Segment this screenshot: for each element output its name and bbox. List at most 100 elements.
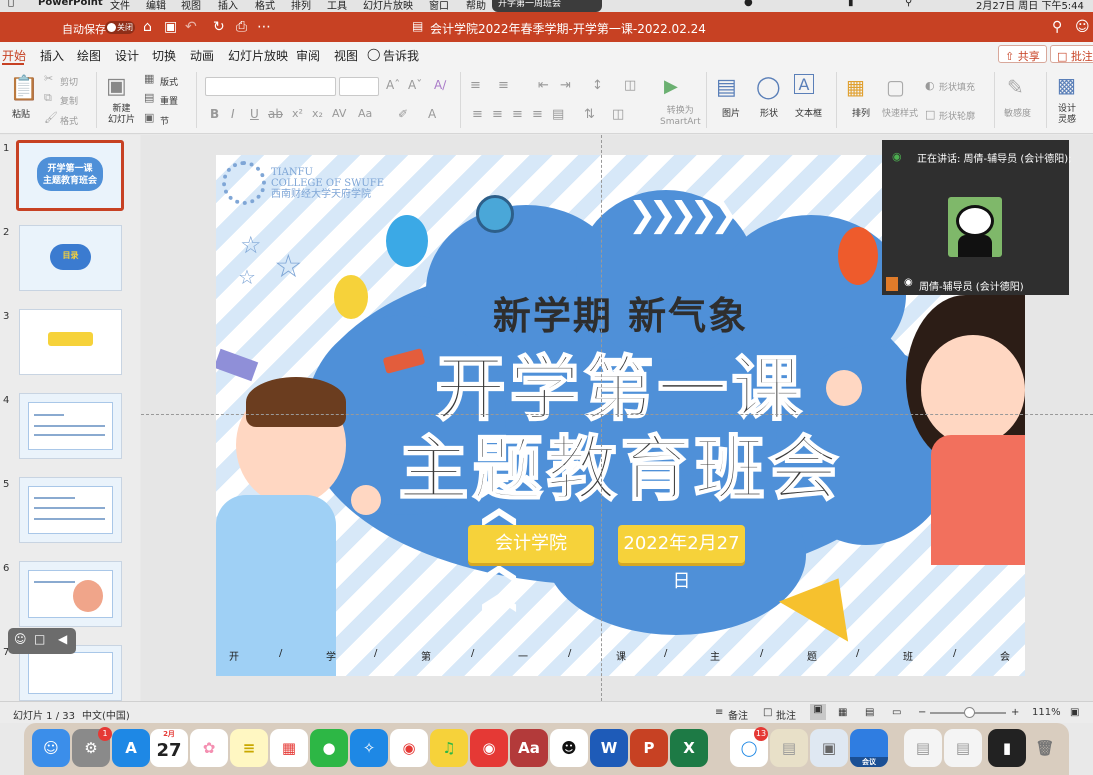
tab-review[interactable]: 审阅: [296, 47, 320, 64]
document-app-icon[interactable]: ▤: [770, 729, 808, 767]
emoji-icon[interactable]: ☺: [14, 632, 27, 646]
wechat-status-icon[interactable]: ●: [744, 0, 753, 8]
tab-draw[interactable]: 绘图: [77, 47, 101, 64]
autosave-toggle[interactable]: 关闭: [105, 21, 135, 34]
menu-tools[interactable]: 工具: [327, 0, 347, 12]
reset-icon[interactable]: ▤: [144, 91, 154, 104]
college-label[interactable]: 会计学院: [468, 525, 594, 563]
reset-label[interactable]: 重置: [160, 94, 178, 107]
slideshow-icon[interactable]: ▭: [892, 707, 901, 718]
copy-icon[interactable]: ⧉: [44, 91, 52, 105]
wechat-icon[interactable]: ●: [310, 729, 348, 767]
spotlight-icon[interactable]: ⚲: [905, 0, 912, 8]
menu-view[interactable]: 视图: [181, 0, 201, 12]
powerpoint-icon[interactable]: P: [630, 729, 668, 767]
tab-view[interactable]: 视图: [334, 47, 358, 64]
zoom-slider-handle[interactable]: [963, 707, 975, 718]
print-icon[interactable]: ⎙: [236, 19, 247, 35]
menubar-app-name[interactable]: PowerPoint: [38, 0, 103, 8]
cut-label[interactable]: 剪切: [60, 75, 78, 88]
language-indicator[interactable]: 中文(中国): [82, 707, 130, 722]
subscript-icon[interactable]: x₂: [312, 107, 323, 120]
slide-thumbnail-3[interactable]: [19, 309, 122, 375]
convert-smartart-label[interactable]: 转换为 SmartArt: [660, 106, 701, 128]
picture-label[interactable]: 图片: [722, 106, 740, 119]
slide-title-line-2[interactable]: 主题教育班会: [216, 413, 1025, 514]
home-icon[interactable]: ⌂: [143, 19, 152, 35]
bullets-icon[interactable]: ≡: [470, 78, 481, 93]
terminal-thumbnail[interactable]: ▮: [988, 729, 1026, 767]
menu-file[interactable]: 文件: [110, 0, 130, 12]
highlight-icon[interactable]: ✐: [398, 107, 408, 121]
bold-icon[interactable]: B: [210, 107, 219, 121]
align-center-icon[interactable]: ≡: [492, 107, 503, 122]
new-slide-icon[interactable]: ▣: [106, 74, 127, 99]
menu-format[interactable]: 格式: [255, 0, 275, 12]
app-store-icon[interactable]: A: [112, 729, 150, 767]
menu-insert[interactable]: 插入: [218, 0, 238, 12]
slide-sorter-icon[interactable]: ▦: [838, 707, 847, 718]
safari-icon[interactable]: ✧: [350, 729, 388, 767]
slide-thumbnail-5[interactable]: [19, 477, 122, 543]
chat-icon[interactable]: □: [34, 632, 45, 646]
window-thumbnail-1[interactable]: ▤: [904, 729, 942, 767]
italic-icon[interactable]: I: [231, 107, 235, 121]
save-icon[interactable]: ▣: [164, 19, 177, 35]
sensitivity-label[interactable]: 敏感度: [1004, 106, 1031, 119]
window-thumbnail-2[interactable]: ▤: [944, 729, 982, 767]
designer-label[interactable]: 设计 灵感: [1058, 104, 1076, 126]
menubar-clock[interactable]: 2月27日 周日 下午5:44: [976, 0, 1084, 12]
tab-animations[interactable]: 动画: [190, 47, 214, 64]
paste-icon[interactable]: 📋: [9, 74, 39, 102]
tab-slideshow[interactable]: 幻灯片放映: [228, 47, 288, 64]
shape-fill-icon[interactable]: ◐: [925, 79, 935, 92]
finder-icon[interactable]: ☺: [32, 729, 70, 767]
chrome-icon[interactable]: ◉: [390, 729, 428, 767]
shape-outline-icon[interactable]: □: [925, 108, 935, 121]
undo-icon[interactable]: ↶: [185, 19, 197, 35]
menu-edit[interactable]: 编辑: [146, 0, 166, 12]
textbox-label[interactable]: 文本框: [795, 106, 822, 119]
apple-icon[interactable]: : [8, 0, 14, 8]
align-text-icon[interactable]: ◫: [612, 107, 624, 122]
clear-format-icon[interactable]: A∕: [434, 78, 446, 92]
trash-icon[interactable]: 🗑: [1026, 729, 1064, 767]
picture-icon[interactable]: ▤: [716, 75, 737, 100]
status-comments-button[interactable]: 批注: [776, 707, 796, 722]
designer-icon[interactable]: ▩: [1057, 73, 1076, 97]
date-label[interactable]: 2022年2月27日: [618, 525, 745, 592]
launchpad-icon[interactable]: ▦: [270, 729, 308, 767]
slide-thumbnail-2[interactable]: 目录: [19, 225, 122, 291]
cut-icon[interactable]: ✂: [44, 72, 53, 85]
arrange-label[interactable]: 排列: [852, 106, 870, 119]
notes-button[interactable]: 备注: [728, 707, 748, 722]
layout-label[interactable]: 版式: [160, 75, 178, 88]
section-icon[interactable]: ▣: [144, 111, 154, 124]
meeting-indicator[interactable]: 开学第一周班会: [492, 0, 602, 12]
grow-font-icon[interactable]: Aˆ: [386, 78, 400, 92]
new-slide-label[interactable]: 新建 幻灯片: [108, 104, 135, 126]
comments-icon[interactable]: □: [763, 707, 772, 718]
excel-icon[interactable]: X: [670, 729, 708, 767]
char-spacing-icon[interactable]: AV: [332, 107, 346, 120]
copy-label[interactable]: 复制: [60, 94, 78, 107]
zoom-level[interactable]: 111%: [1032, 707, 1061, 718]
text-direction-icon[interactable]: ⇅: [584, 107, 595, 122]
shrink-font-icon[interactable]: Aˇ: [408, 78, 422, 92]
shape-label[interactable]: 形状: [760, 106, 778, 119]
slide-thumbnail-6[interactable]: [19, 561, 122, 627]
more-icon[interactable]: ⋯: [257, 19, 271, 35]
tab-transitions[interactable]: 切换: [152, 47, 176, 64]
account-icon[interactable]: ☺: [1075, 19, 1090, 35]
menu-window[interactable]: 窗口: [429, 0, 449, 12]
tab-insert[interactable]: 插入: [40, 47, 64, 64]
quick-styles-icon[interactable]: ▢: [886, 75, 905, 99]
netease-music-icon[interactable]: ◉: [470, 729, 508, 767]
section-label[interactable]: 节: [160, 114, 169, 127]
photos-icon[interactable]: ✿: [190, 729, 228, 767]
quick-styles-label[interactable]: 快速样式: [882, 106, 918, 119]
word-icon[interactable]: W: [590, 729, 628, 767]
shape-icon[interactable]: ◯: [756, 75, 781, 100]
strikethrough-icon[interactable]: ab: [268, 107, 283, 121]
reading-view-icon[interactable]: ▤: [865, 707, 874, 718]
